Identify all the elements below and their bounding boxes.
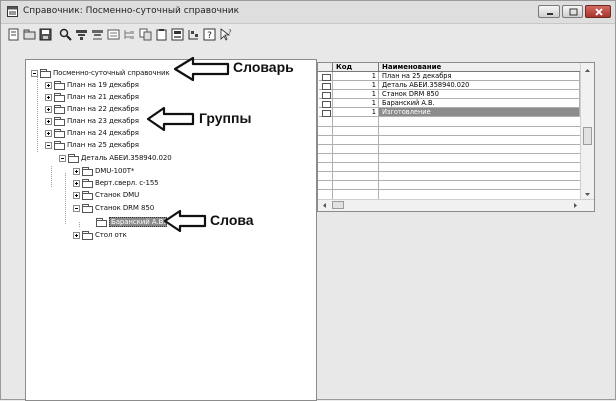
folder-icon <box>82 179 93 188</box>
tree-item[interactable]: План на 21 декабря <box>45 92 139 102</box>
import-icon[interactable] <box>171 28 184 41</box>
horizontal-scrollbar[interactable] <box>318 199 594 211</box>
export-icon[interactable] <box>187 28 200 41</box>
tree-item[interactable]: План на 22 декабря <box>45 104 139 114</box>
filter2-icon[interactable] <box>91 28 104 41</box>
properties-icon[interactable] <box>107 28 120 41</box>
expand-icon[interactable] <box>45 93 52 101</box>
arrow-left-icon <box>173 56 230 82</box>
new-icon[interactable] <box>7 28 20 41</box>
tree-item[interactable]: Деталь АБЕИ.358940.020 <box>59 153 172 163</box>
row-folder-icon <box>319 90 333 99</box>
close-button[interactable] <box>585 5 611 18</box>
svg-text:?: ? <box>228 29 231 36</box>
row-folder-icon <box>319 72 333 81</box>
folder-icon <box>82 231 93 240</box>
row-folder-icon <box>319 108 333 117</box>
window-title: Справочник: Посменно-суточный справочник <box>23 6 240 16</box>
scroll-right-icon[interactable] <box>570 200 580 211</box>
tree-item[interactable]: План на 24 декабря <box>45 128 139 138</box>
expand-icon[interactable] <box>73 179 80 187</box>
help-icon[interactable]: ? <box>203 28 216 41</box>
toolbar: ? ? <box>1 24 615 46</box>
table-row[interactable]: 1 Баранский А.В. <box>318 99 580 108</box>
annotation-words: Слова <box>210 212 254 228</box>
copy-icon[interactable] <box>139 28 152 41</box>
annotation-groups: Группы <box>199 110 252 126</box>
expand-icon[interactable] <box>45 117 52 125</box>
scroll-left-icon[interactable] <box>320 200 330 211</box>
collapse-icon[interactable] <box>73 204 80 212</box>
tree-item[interactable]: Станок DRM 850 <box>73 203 154 213</box>
context-help-icon[interactable]: ? <box>219 28 232 41</box>
vertical-scrollbar[interactable] <box>580 63 594 202</box>
expand-icon[interactable] <box>73 231 80 239</box>
minimize-icon <box>547 13 553 15</box>
arrow-left-icon <box>163 209 207 233</box>
folder-icon <box>54 105 65 114</box>
records-grid[interactable]: Код Наименование 1 План на 25 декабря 1 … <box>317 62 595 212</box>
minimize-button[interactable] <box>538 5 560 18</box>
annotation-dictionary: Словарь <box>233 59 294 75</box>
folder-icon <box>54 129 65 138</box>
table-row[interactable]: 1 Станок DRM 850 <box>318 90 580 99</box>
open-icon[interactable] <box>23 28 36 41</box>
row-folder-icon <box>319 81 333 90</box>
empty-grid-lines <box>318 117 582 201</box>
folder-icon <box>54 141 65 150</box>
expand-icon[interactable] <box>45 105 52 113</box>
find-icon[interactable] <box>59 28 72 41</box>
folder-icon <box>96 218 107 227</box>
svg-text:?: ? <box>207 31 212 41</box>
app-window: Справочник: Посменно-суточный справочник… <box>0 0 616 401</box>
collapse-icon[interactable] <box>45 141 52 149</box>
table-row-selected[interactable]: 1 Изготовление <box>318 108 580 117</box>
tree-item[interactable]: Стол отк <box>73 230 127 240</box>
tree-root[interactable]: Посменно-суточный справочник <box>31 68 170 78</box>
collapse-icon[interactable] <box>31 69 38 77</box>
maximize-button[interactable] <box>562 5 583 18</box>
folder-icon <box>82 167 93 176</box>
expand-icon[interactable] <box>73 191 80 199</box>
paste-icon[interactable] <box>155 28 168 41</box>
column-header-name[interactable]: Наименование <box>379 63 582 72</box>
close-icon <box>595 8 603 16</box>
folder-icon <box>82 204 93 213</box>
folder-icon <box>82 191 93 200</box>
tree-item[interactable]: DMU-100T* <box>73 166 134 176</box>
expand-icon[interactable] <box>45 81 52 89</box>
maximize-icon <box>569 8 578 16</box>
expand-icon[interactable] <box>45 129 52 137</box>
scroll-thumb[interactable] <box>583 127 592 145</box>
tree-item[interactable]: Станок DMU <box>73 190 139 200</box>
folder-icon <box>68 154 79 163</box>
scroll-thumb[interactable] <box>332 201 344 209</box>
row-folder-icon <box>319 99 333 108</box>
tree-item[interactable]: План на 23 декабря <box>45 116 139 126</box>
scroll-up-icon[interactable] <box>581 65 594 75</box>
table-row[interactable]: 1 План на 25 декабря <box>318 72 580 81</box>
folder-icon <box>54 93 65 102</box>
grid-corner <box>318 63 333 72</box>
table-row[interactable]: 1 Деталь АБЕИ.358940.020 <box>318 81 580 90</box>
column-header-code[interactable]: Код <box>333 63 379 72</box>
tree-icon[interactable] <box>123 28 136 41</box>
folder-icon <box>54 117 65 126</box>
save-icon[interactable] <box>39 28 52 41</box>
tree-item-selected[interactable]: Баранский А.В. <box>96 217 168 227</box>
title-bar: Справочник: Посменно-суточный справочник <box>1 1 615 24</box>
app-icon <box>7 6 18 17</box>
expand-icon[interactable] <box>73 167 80 175</box>
tree-item[interactable]: План на 19 декабря <box>45 80 139 90</box>
folder-icon <box>40 69 51 78</box>
filter-icon[interactable] <box>75 28 88 41</box>
folder-icon <box>54 81 65 90</box>
tree-item[interactable]: План на 25 декабря <box>45 140 139 150</box>
arrow-left-icon <box>146 106 195 132</box>
tree-item[interactable]: Верт.сверл. с-155 <box>73 178 159 188</box>
collapse-icon[interactable] <box>59 154 66 162</box>
